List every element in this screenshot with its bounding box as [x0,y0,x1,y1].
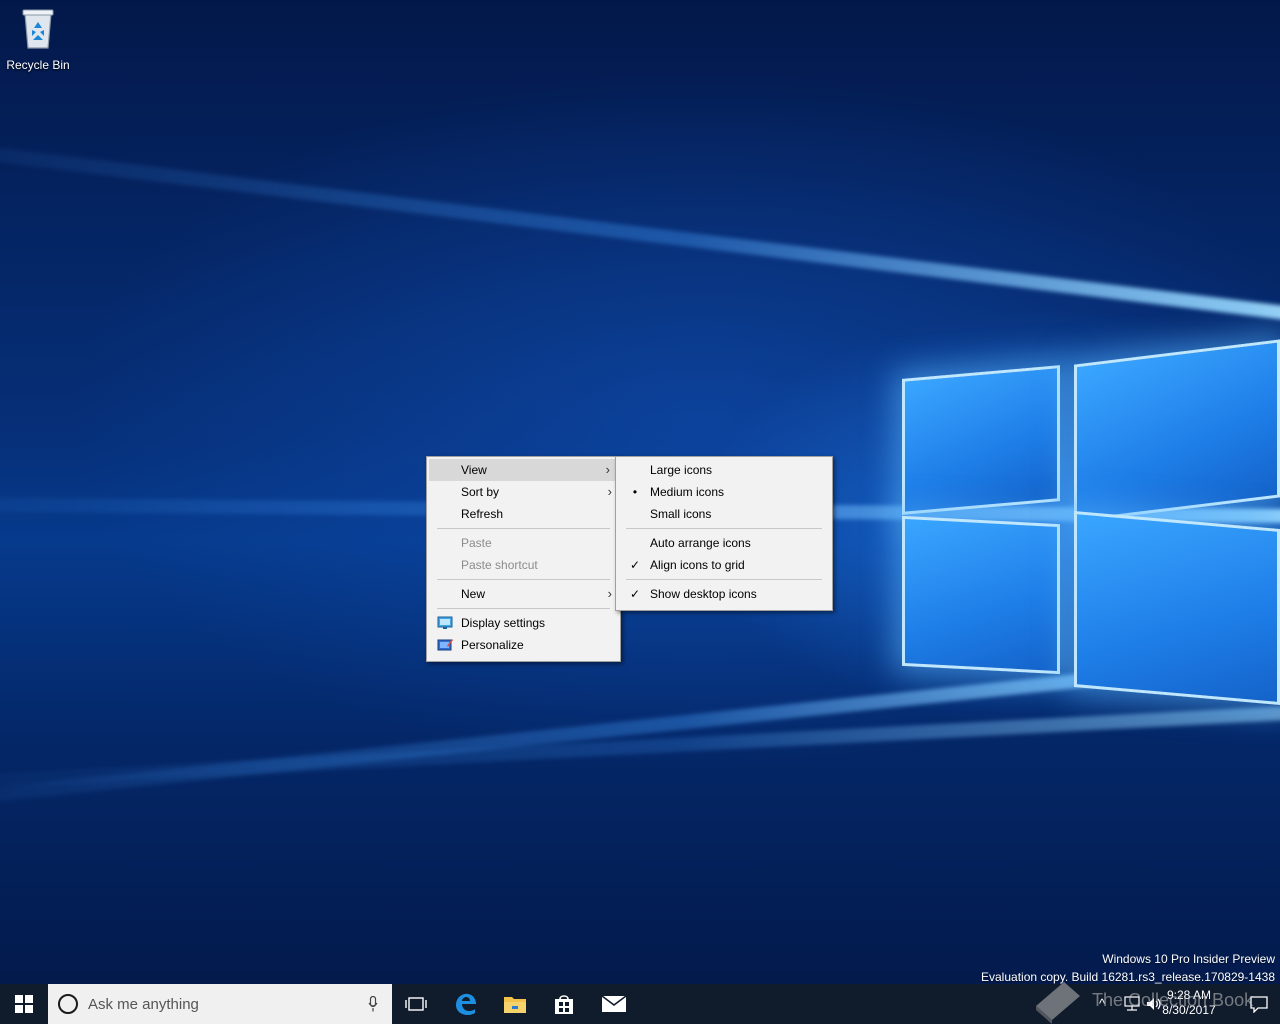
menu-item-label: Show desktop icons [650,587,757,601]
menu-item-label: Paste shortcut [461,558,538,572]
checkmark-icon: ✓ [629,587,641,601]
menu-item-display-settings[interactable]: Display settings [427,612,620,634]
menu-item-paste[interactable]: Paste [427,532,620,554]
chevron-right-icon: › [607,586,612,601]
search-placeholder: Ask me anything [88,995,199,1013]
wallpaper-logo-pane [902,365,1060,515]
menu-item-label: New [461,587,486,601]
edge-taskbar-button[interactable] [442,984,490,1024]
menu-item-label: Paste [461,536,492,550]
edge-icon [456,993,476,1015]
watermark-edition: Windows 10 Pro Insider Preview [1102,952,1275,966]
view-submenu: Large icons • Medium icons Small icons A… [615,456,833,611]
menu-item-label: Refresh [461,507,504,521]
cortana-icon [58,994,78,1014]
wallpaper-beam [0,125,1280,334]
menu-separator [437,608,610,609]
file-explorer-taskbar-button[interactable] [491,984,539,1024]
mail-icon [601,995,627,1012]
menu-item-view[interactable]: View › [429,459,618,481]
menu-item-label: Display settings [461,616,546,630]
menu-item-align-icons-to-grid[interactable]: ✓ Align icons to grid [616,554,832,576]
menu-item-paste-shortcut[interactable]: Paste shortcut [427,554,620,576]
menu-item-label: Personalize [461,638,524,652]
menu-item-label: Auto arrange icons [650,536,751,550]
recycle-bin-desktop-icon[interactable]: Recycle Bin [4,6,72,76]
wallpaper-logo-pane [1074,339,1280,523]
menu-item-label: View [461,463,487,477]
menu-item-small-icons[interactable]: Small icons [616,503,832,525]
wallpaper-logo-pane [902,515,1060,675]
brand-watermark: The Collection Book [1030,976,1280,1024]
menu-item-large-icons[interactable]: Large icons [616,459,832,481]
chevron-right-icon: › [607,484,612,499]
menu-item-label: Medium icons [650,485,725,499]
menu-item-medium-icons[interactable]: • Medium icons [616,481,832,503]
start-button[interactable] [0,984,48,1024]
wallpaper-logo-pane [1074,510,1280,706]
chevron-right-icon: › [605,462,610,477]
menu-item-refresh[interactable]: Refresh [427,503,620,525]
menu-item-new[interactable]: New › [427,583,620,605]
display-settings-icon [437,616,453,629]
file-explorer-icon [504,997,526,1013]
menu-item-auto-arrange-icons[interactable]: Auto arrange icons [616,532,832,554]
menu-separator [437,528,610,529]
personalize-icon [437,639,453,651]
menu-separator [437,579,610,580]
wallpaper-beam [0,700,1280,798]
desktop[interactable]: Recycle Bin View › Sort by › Refresh Pas… [0,0,1280,984]
menu-item-label: Small icons [650,507,712,521]
task-view-icon [405,997,427,1011]
menu-item-label: Large icons [650,463,713,477]
menu-item-personalize[interactable]: Personalize [427,634,620,656]
desktop-context-menu: View › Sort by › Refresh Paste Paste sho… [426,456,621,662]
cortana-search-box[interactable]: Ask me anything [48,984,392,1024]
store-icon [555,995,573,1014]
menu-separator [626,579,822,580]
menu-separator [626,528,822,529]
microphone-icon[interactable] [368,996,378,1012]
mail-taskbar-button[interactable] [590,984,638,1024]
menu-item-label: Align icons to grid [650,558,745,572]
radio-bullet-icon: • [632,485,638,499]
recycle-bin-icon [22,9,54,49]
brand-watermark-text: The Collection Book [1092,990,1254,1010]
checkmark-icon: ✓ [629,558,641,572]
task-view-button[interactable] [392,984,440,1024]
menu-item-label: Sort by [461,485,500,499]
book-icon [1036,982,1080,1024]
windows-logo-icon [15,995,33,1013]
menu-item-show-desktop-icons[interactable]: ✓ Show desktop icons [616,583,832,605]
recycle-bin-label: Recycle Bin [6,58,70,72]
store-taskbar-button[interactable] [540,984,588,1024]
menu-item-sort-by[interactable]: Sort by › [427,481,620,503]
